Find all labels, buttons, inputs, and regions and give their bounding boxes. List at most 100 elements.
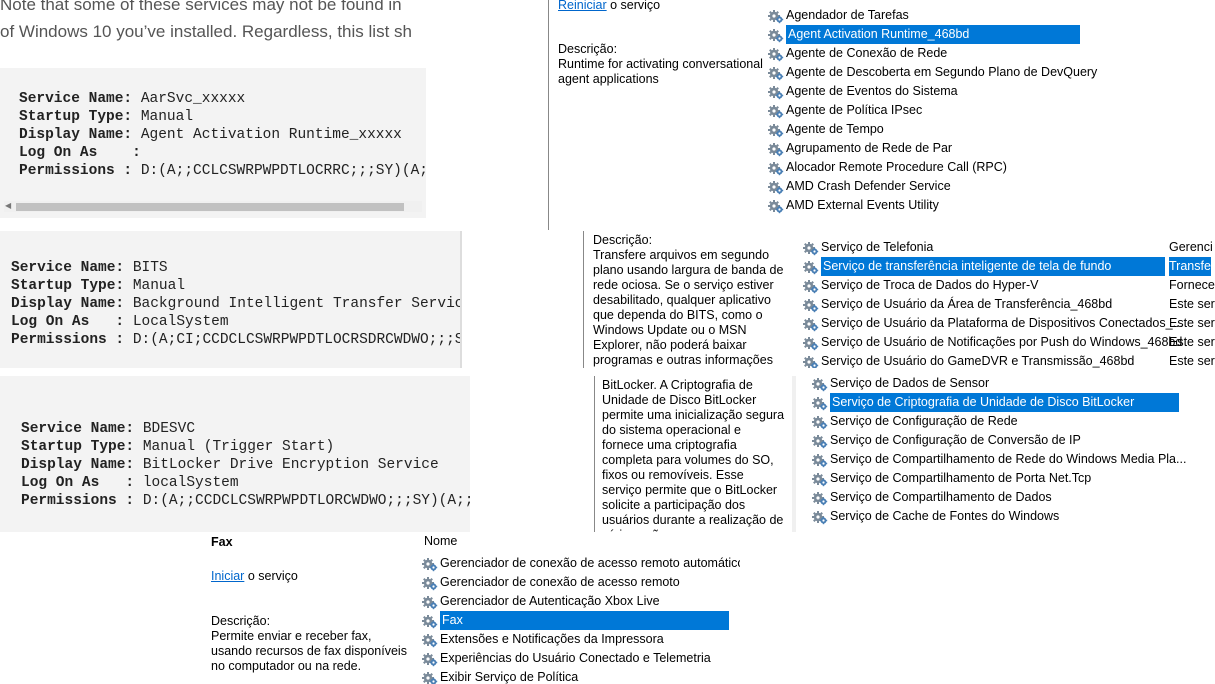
code-field-label: Startup Type: — [21, 439, 135, 455]
code-block-1: Service Name: AarSvc_xxxxx Startup Type: … — [0, 68, 426, 218]
service-row[interactable]: Agrupamento de Rede de Par — [768, 139, 952, 158]
service-name: Alocador Remote Procedure Call (RPC) — [786, 160, 1007, 174]
service-name: Agente de Descoberta em Segundo Plano de… — [786, 65, 1098, 79]
start-suffix: o serviço — [244, 569, 298, 583]
service-row[interactable]: Agente de Política IPsec — [768, 101, 922, 120]
code-field-value: Agent Activation Runtime_xxxxx — [132, 127, 402, 143]
service-row[interactable]: Serviço de Cache de Fontes do Windows — [812, 507, 1059, 526]
service-row[interactable]: Serviço de Usuário da Plataforma de Disp… — [803, 314, 1183, 333]
service-gear-icon — [803, 335, 819, 351]
service-row[interactable]: Experiências do Usuário Conectado e Tele… — [422, 649, 711, 668]
service-name: AMD Crash Defender Service — [786, 179, 951, 193]
start-link[interactable]: Iniciar — [211, 569, 244, 583]
code-block-2: Service Name: BITS Startup Type: Manual Di… — [0, 231, 460, 368]
description-label: Descrição: — [593, 233, 653, 247]
article-text: Note that some of these services may not… — [0, 0, 426, 66]
horizontal-scrollbar[interactable]: ◀ — [4, 201, 422, 212]
service-description-cell: Gerenci — [1169, 240, 1213, 254]
service-row[interactable]: Extensões e Notificações da Impressora — [422, 630, 664, 649]
service-row[interactable]: AMD External Events Utility — [768, 196, 939, 215]
service-name: Serviço de transferência inteligente de … — [821, 257, 1165, 276]
column-header-name[interactable]: Nome — [424, 534, 457, 548]
code-field-label: Log On As : — [21, 475, 135, 491]
code-field-value: Manual — [132, 109, 194, 125]
service-gear-icon — [812, 509, 828, 525]
service-row[interactable]: Serviço de Compartilhamento de Porta Net… — [812, 469, 1091, 488]
service-row[interactable]: Serviço de Usuário do GameDVR e Transmis… — [803, 352, 1134, 368]
code-field-label: Service Name: — [19, 91, 133, 107]
service-name: Agendador de Tarefas — [786, 8, 909, 22]
service-row[interactable]: Serviço de Configuração de Conversão de … — [812, 431, 1081, 450]
service-gear-icon — [768, 160, 784, 176]
service-row[interactable]: Agente de Descoberta em Segundo Plano de… — [768, 63, 1097, 82]
service-row[interactable]: Exibir Serviço de Política — [422, 668, 578, 684]
service-name: Serviço de Telefonia — [821, 240, 934, 254]
service-name: AMD External Events Utility — [786, 198, 939, 212]
service-gear-icon — [768, 103, 784, 119]
service-row[interactable]: Agente de Tempo — [768, 120, 884, 139]
services-panel-2: Descrição: Transfere arquivos em segundo… — [583, 231, 1215, 368]
service-row[interactable]: Serviço de Telefonia — [803, 238, 933, 257]
code-field-value: Background Intelligent Transfer Service — [124, 296, 460, 312]
restart-link[interactable]: Reiniciar — [558, 0, 607, 12]
service-row[interactable]: Serviço de Configuração de Rede — [812, 412, 1018, 431]
service-gear-icon — [812, 395, 828, 411]
service-row[interactable]: Serviço de Compartilhamento de Dados — [812, 488, 1052, 507]
service-name: Fax — [440, 611, 729, 630]
article-line-1: Note that some of these services may not… — [0, 0, 402, 14]
service-gear-icon — [422, 651, 438, 667]
service-row[interactable]: AMD Crash Defender Service — [768, 177, 951, 196]
panel-border — [583, 231, 584, 368]
code-field-label: Permissions : — [11, 332, 125, 348]
scroll-left-icon[interactable]: ◀ — [5, 201, 11, 210]
service-row-selected[interactable]: Fax — [422, 611, 729, 630]
service-description-cell: Este ser — [1169, 316, 1215, 330]
service-row[interactable]: Alocador Remote Procedure Call (RPC) — [768, 158, 1007, 177]
code-field-value: Manual (Trigger Start) — [134, 439, 335, 455]
service-name: Experiências do Usuário Conectado e Tele… — [440, 651, 711, 665]
service-row[interactable]: Gerenciador de conexão de acesso remoto — [422, 573, 680, 592]
service-row[interactable]: Agente de Eventos do Sistema — [768, 82, 958, 101]
code-field-label: Display Name: — [11, 296, 125, 312]
restart-suffix: o serviço — [606, 0, 661, 12]
code-line: Permissions : D:(A;;CCDCLCSWRPWPDTLORCWD… — [21, 492, 470, 510]
service-row-selected[interactable]: Serviço de transferência inteligente de … — [803, 257, 1165, 276]
service-name: Serviço de Compartilhamento de Porta Net… — [830, 471, 1092, 485]
service-name: Serviço de Configuração de Rede — [830, 414, 1018, 428]
service-row[interactable]: Serviço de Usuário da Área de Transferên… — [803, 295, 1112, 314]
service-gear-icon — [812, 490, 828, 506]
code-field-value: D:(A;;CCLCSWRPWPDTLOCRRC;;;SY)(A;;C — [132, 163, 426, 179]
services-panel-1: Reiniciar o serviço Descrição: Runtime f… — [548, 0, 1215, 230]
service-row[interactable]: Serviço de Troca de Dados do Hyper-V — [803, 276, 1038, 295]
service-gear-icon — [768, 46, 784, 62]
service-gear-icon — [803, 316, 819, 332]
code-field-value: AarSvc_xxxxx — [132, 91, 246, 107]
panel-edge — [460, 231, 462, 368]
service-gear-icon — [803, 278, 819, 294]
service-gear-icon — [768, 8, 784, 24]
services-list: Serviço de Dados de Sensor Serviço de Cri… — [812, 376, 1192, 532]
code-line: Display Name: Background Intelligent Tra… — [11, 295, 460, 313]
description-label: Descrição: — [558, 42, 618, 56]
code-field-label: Service Name: — [11, 260, 125, 276]
service-description-cell: Este ser — [1169, 297, 1215, 311]
scrollbar-thumb[interactable] — [16, 203, 404, 211]
service-row-selected[interactable]: Agent Activation Runtime_468bd — [768, 25, 1080, 44]
service-name: Agente de Tempo — [786, 122, 884, 136]
service-row[interactable]: Agendador de Tarefas — [768, 6, 909, 25]
service-gear-icon — [812, 471, 828, 487]
service-row[interactable]: Serviço de Compartilhamento de Rede do W… — [812, 450, 1186, 469]
service-row[interactable]: Gerenciador de conexão de acesso remoto … — [422, 554, 740, 573]
service-row[interactable]: Serviço de Dados de Sensor — [812, 376, 989, 393]
service-row[interactable]: Serviço de Usuário de Notificações por P… — [803, 333, 1182, 352]
service-name: Gerenciador de Autenticação Xbox Live — [440, 594, 660, 608]
service-row-selected[interactable]: Serviço de Criptografia de Unidade de Di… — [812, 393, 1179, 412]
service-name: Serviço de Configuração de Conversão de … — [830, 433, 1081, 447]
service-row[interactable]: Gerenciador de Autenticação Xbox Live — [422, 592, 660, 611]
code-field-value: D:(A;CI;CCDCLCSWRPWPDTLOCRSDRCWDWO;;;SY) — [124, 332, 460, 348]
service-gear-icon — [768, 27, 784, 43]
code-line: Startup Type: Manual — [19, 108, 426, 126]
code-field-value: LocalSystem — [124, 314, 229, 330]
code-line: Log On As : — [19, 144, 426, 162]
service-row[interactable]: Agente de Conexão de Rede — [768, 44, 947, 63]
